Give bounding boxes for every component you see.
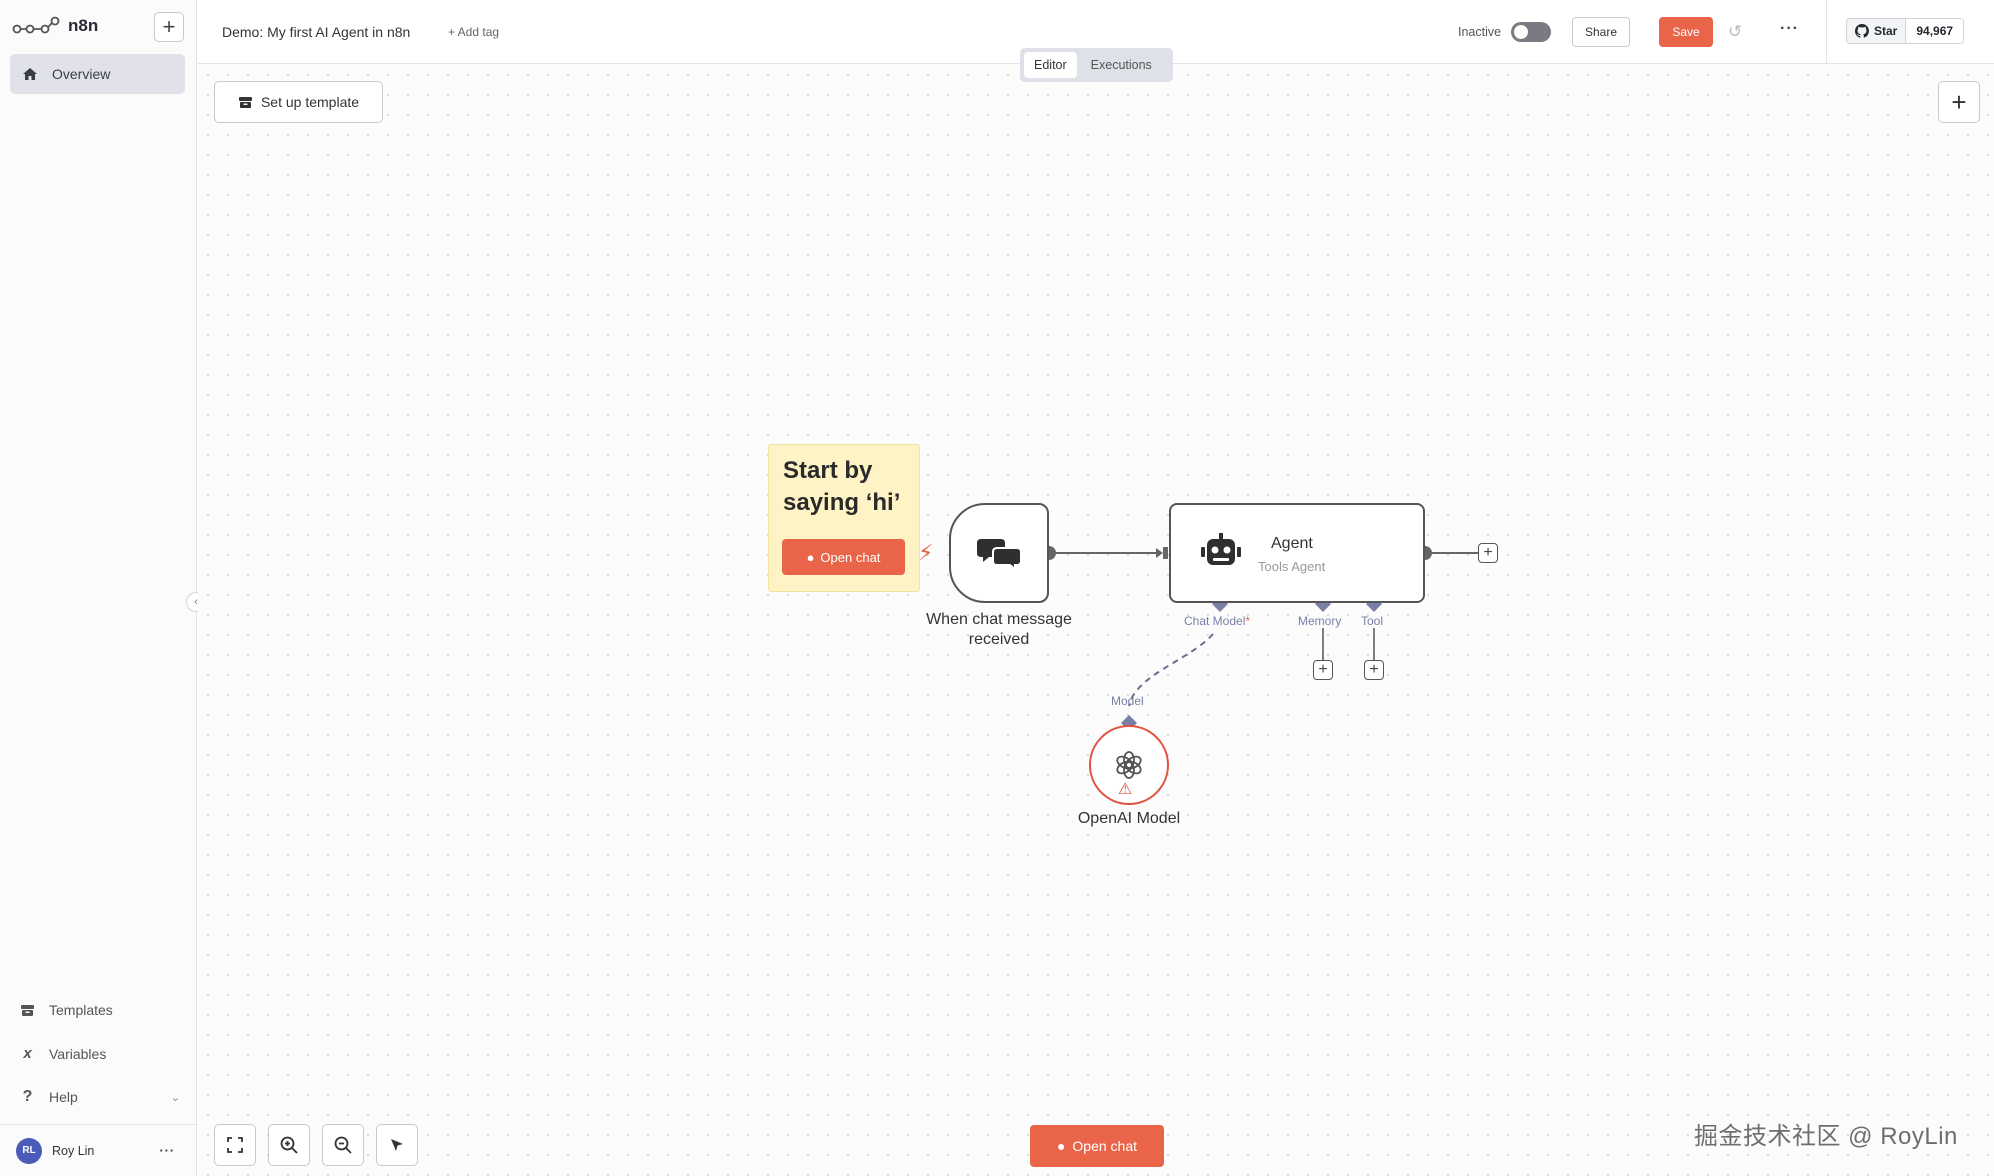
star-label: Star [1874,24,1898,38]
home-icon [23,68,37,80]
sticky-open-chat-button[interactable]: ● Open chat [782,539,905,575]
user-menu[interactable]: RL Roy Lin ··· [0,1124,197,1176]
github-star-button[interactable]: Star 94,967 [1846,18,1965,44]
zoom-out-icon [334,1136,352,1154]
fullscreen-icon [227,1137,243,1153]
question-icon: ? [22,1088,33,1105]
github-star-label: Star [1847,19,1907,43]
chat-model-label: Chat Model* [1184,614,1250,628]
tidy-up-button[interactable] [376,1124,418,1166]
chat-trigger-node[interactable] [949,503,1049,603]
setup-template-button[interactable]: Set up template [214,81,383,123]
open-chat-button[interactable]: ● Open chat [1030,1125,1164,1167]
workflow-name[interactable]: Demo: My first AI Agent in n8n [222,24,410,40]
active-toggle[interactable] [1511,22,1551,42]
view-tabs: Editor Executions [1020,48,1173,82]
fit-view-button[interactable] [214,1124,256,1166]
box-icon [238,96,252,108]
chat-model-text: Chat Model [1184,614,1246,628]
box-icon [21,1004,34,1016]
chat-bubble-icon: ● [1056,1138,1066,1154]
sidebar-item-templates[interactable]: Templates [20,1002,180,1018]
variable-icon: x [23,1045,32,1062]
user-name: Roy Lin [52,1143,95,1158]
sidebar-item-label: Templates [49,1002,113,1018]
divider [1826,0,1827,64]
sticky-note[interactable]: Start by saying ‘hi’ ● Open chat [768,444,920,592]
setup-template-label: Set up template [260,94,360,110]
avatar: RL [16,1137,42,1164]
tab-editor[interactable]: Editor [1024,52,1077,78]
openai-icon [1116,751,1142,779]
add-output-node-button[interactable]: + [1478,543,1498,563]
github-icon [1855,24,1869,38]
add-memory-button[interactable]: + [1313,660,1333,680]
brand-name: n8n [68,16,99,35]
chat-icon [977,539,1021,570]
required-mark: * [1245,614,1251,628]
add-node-button[interactable]: + [1938,81,1980,123]
sidebar: n8n + Overview Templates x Variables ? H… [0,0,197,1176]
save-button[interactable]: Save [1659,17,1713,47]
undo-icon[interactable]: ↺ [1728,22,1742,42]
sidebar-item-variables[interactable]: x Variables [20,1045,180,1062]
sidebar-item-overview[interactable]: Overview [10,54,185,94]
workflow-canvas[interactable] [198,65,1994,1176]
chat-trigger-label: When chat message received [926,611,1072,648]
star-count: 94,967 [1906,19,1964,43]
add-tool-button[interactable]: + [1364,660,1384,680]
watermark: 掘金技术社区 @ RoyLin [1694,1123,1958,1150]
more-options-icon[interactable]: ··· [160,1144,176,1158]
tab-executions[interactable]: Executions [1081,52,1162,78]
zoom-in-button[interactable] [268,1124,310,1166]
sticky-title: Start by saying ‘hi’ [783,457,901,516]
lightning-icon: ⚡ [918,540,934,565]
sidebar-item-label: Help [49,1089,78,1105]
new-workflow-button[interactable]: + [154,12,184,42]
zoom-out-button[interactable] [322,1124,364,1166]
n8n-logo-icon [12,16,60,34]
zoom-in-icon [280,1136,298,1154]
robot-icon [1201,533,1241,565]
toggle-knob [1514,25,1528,39]
agent-title: Agent [1271,535,1313,552]
status-label: Inactive [1458,25,1502,39]
more-options-icon[interactable]: ··· [1780,20,1799,38]
add-tag-link[interactable]: + Add tag [448,25,499,39]
model-label: Model [1111,694,1144,708]
sidebar-item-help[interactable]: ? Help ⌄ [20,1088,180,1106]
openai-model-node[interactable]: ⚠ [1089,725,1169,805]
open-chat-label: Open chat [1072,1138,1138,1154]
sidebar-item-label: Overview [52,66,111,82]
sidebar-item-label: Variables [49,1045,107,1062]
openai-model-label: OpenAI Model [1077,810,1181,827]
open-chat-label: Open chat [820,549,881,565]
n8n-logo[interactable]: n8n [12,16,98,36]
cursor-icon [391,1139,403,1151]
agent-node[interactable]: Agent Tools Agent [1169,503,1425,603]
share-button[interactable]: Share [1572,17,1630,47]
agent-subtitle: Tools Agent [1258,559,1326,574]
memory-label: Memory [1298,614,1342,628]
chevron-down-icon: ⌄ [170,1091,180,1104]
tool-label: Tool [1361,614,1384,628]
chat-bubble-icon: ● [806,549,815,565]
warning-icon: ⚠ [1118,781,1133,798]
